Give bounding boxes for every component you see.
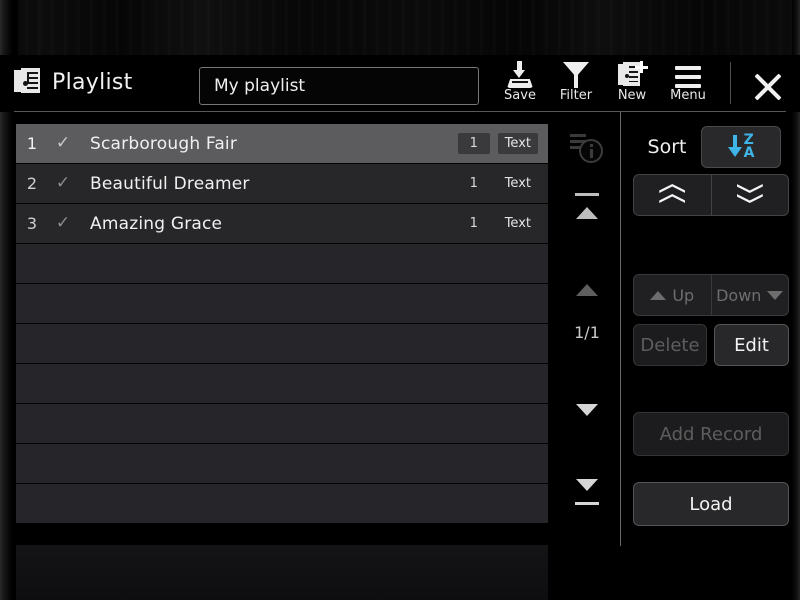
playlist-name-input[interactable]: My playlist bbox=[199, 67, 479, 105]
table-row[interactable]: 1 ✓ Scarborough Fair 1 Text bbox=[16, 124, 548, 164]
page-title: Playlist bbox=[52, 69, 133, 95]
page-indicator: 1/1 bbox=[574, 323, 600, 342]
save-button-label: Save bbox=[504, 88, 536, 103]
edit-button-label: Edit bbox=[734, 334, 769, 356]
edit-button[interactable]: Edit bbox=[714, 324, 789, 366]
page-title-group: Playlist bbox=[14, 68, 133, 96]
row-index: 2 bbox=[26, 174, 38, 193]
filter-button-label: Filter bbox=[559, 88, 593, 103]
add-record-button[interactable]: Add Record bbox=[633, 412, 789, 456]
table-row-empty[interactable] bbox=[16, 284, 548, 324]
table-row-empty[interactable] bbox=[16, 324, 548, 364]
status-badge: Text bbox=[504, 176, 531, 191]
list-footer-area bbox=[16, 545, 548, 600]
table-row-empty[interactable] bbox=[16, 444, 548, 484]
playlist-table[interactable]: 1 ✓ Scarborough Fair 1 Text 2 ✓ Beautiful Dream… bbox=[16, 124, 548, 524]
panel-divider bbox=[620, 112, 621, 546]
move-up-label: Up bbox=[672, 285, 695, 305]
menu-icon bbox=[675, 60, 701, 88]
save-icon bbox=[506, 60, 534, 88]
page-nav-group bbox=[633, 174, 789, 216]
add-record-button-label: Add Record bbox=[659, 423, 763, 445]
close-icon[interactable] bbox=[748, 68, 788, 106]
table-row-empty[interactable] bbox=[16, 244, 548, 284]
delete-button[interactable]: Delete bbox=[633, 324, 707, 366]
scroll-bottom-icon[interactable] bbox=[556, 470, 618, 505]
move-up-button[interactable]: Up bbox=[634, 275, 711, 315]
page-down-button[interactable] bbox=[710, 175, 789, 215]
status-badge: 1 bbox=[457, 133, 490, 154]
move-group: Up Down bbox=[633, 274, 789, 316]
caret-up-icon bbox=[650, 290, 667, 300]
top-bezel bbox=[0, 0, 800, 55]
check-icon: ✓ bbox=[55, 213, 71, 233]
right-panel: Sort Z A Up Down Delete Edit Add Record … bbox=[628, 112, 792, 546]
new-button-label: New bbox=[617, 88, 647, 103]
row-badges: 1 Text bbox=[458, 173, 548, 194]
page-up-button[interactable] bbox=[634, 175, 711, 215]
table-row[interactable]: 3 ✓ Amazing Grace 1 Text bbox=[16, 204, 548, 244]
menu-button[interactable]: Menu bbox=[660, 60, 716, 103]
row-title: Amazing Grace bbox=[90, 213, 223, 234]
row-badges: 1 Text bbox=[457, 133, 548, 154]
new-icon bbox=[618, 60, 648, 88]
row-title: Beautiful Dreamer bbox=[90, 173, 250, 194]
new-button[interactable]: New bbox=[604, 60, 660, 103]
playlist-icon bbox=[14, 68, 40, 96]
check-icon: ✓ bbox=[55, 173, 71, 193]
row-badges: 1 Text bbox=[458, 213, 548, 234]
check-icon: ✓ bbox=[55, 133, 71, 153]
toolbar-divider bbox=[730, 62, 731, 104]
delete-button-label: Delete bbox=[640, 334, 700, 356]
sort-za-descending-icon bbox=[727, 135, 742, 159]
scroll-down-icon[interactable] bbox=[556, 395, 618, 425]
double-chevron-down-icon bbox=[736, 184, 763, 206]
filter-button[interactable]: Filter bbox=[548, 60, 604, 103]
scroll-column: 1/1 bbox=[556, 120, 618, 545]
double-chevron-up-icon bbox=[659, 184, 686, 206]
status-badge: Text bbox=[504, 216, 531, 231]
sort-row: Sort Z A bbox=[633, 126, 789, 168]
menu-button-label: Menu bbox=[670, 88, 706, 103]
playlist-name-value: My playlist bbox=[214, 76, 306, 96]
table-row-empty[interactable] bbox=[16, 484, 548, 524]
status-badge: 1 bbox=[469, 176, 478, 191]
save-button[interactable]: Save bbox=[492, 60, 548, 103]
move-down-label: Down bbox=[716, 285, 762, 305]
row-index: 3 bbox=[26, 214, 38, 233]
status-badge: 1 bbox=[469, 216, 478, 231]
status-badge: Text bbox=[497, 133, 538, 154]
caret-down-icon bbox=[767, 290, 784, 300]
table-row-empty[interactable] bbox=[16, 364, 548, 404]
info-icon[interactable] bbox=[568, 128, 612, 172]
sort-letter-bottom: A bbox=[743, 145, 755, 161]
header-toolbar: Save Filter New Menu bbox=[492, 60, 716, 103]
load-button[interactable]: Load bbox=[633, 482, 789, 526]
move-down-button[interactable]: Down bbox=[710, 275, 789, 315]
playlist-screen: Playlist My playlist Save Filter New Men… bbox=[0, 0, 800, 600]
table-row[interactable]: 2 ✓ Beautiful Dreamer 1 Text bbox=[16, 164, 548, 204]
table-row-empty[interactable] bbox=[16, 404, 548, 444]
row-index: 1 bbox=[26, 134, 38, 153]
load-button-label: Load bbox=[689, 493, 733, 515]
row-title: Scarborough Fair bbox=[90, 133, 238, 154]
sort-label: Sort bbox=[647, 136, 687, 158]
filter-icon bbox=[563, 60, 589, 88]
sort-button[interactable]: Z A bbox=[701, 126, 781, 168]
scroll-top-icon[interactable] bbox=[556, 193, 618, 228]
scroll-up-icon[interactable] bbox=[556, 275, 618, 305]
